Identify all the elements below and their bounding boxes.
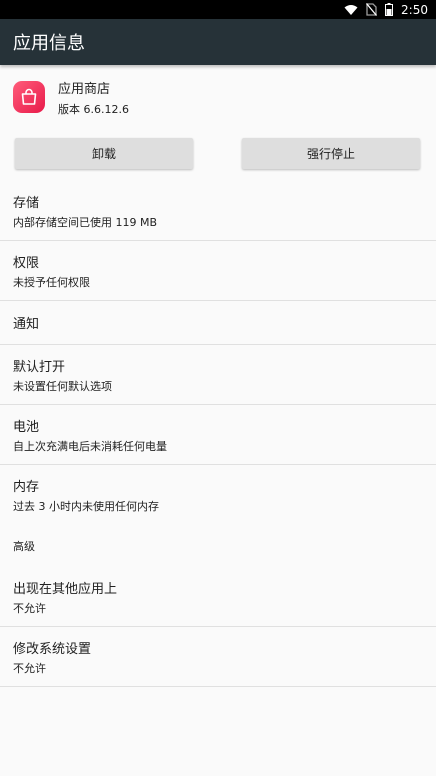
- no-sim-icon: [366, 3, 378, 16]
- status-bar: 2:50: [0, 0, 436, 19]
- action-buttons: 卸载 强行停止: [0, 129, 436, 181]
- advanced-section-header: 高级: [13, 540, 35, 553]
- setting-permissions[interactable]: 权限 未授予任何权限: [0, 241, 436, 301]
- setting-notifications[interactable]: 通知: [0, 301, 436, 345]
- setting-display-over-other-apps[interactable]: 出现在其他应用上 不允许: [0, 567, 436, 627]
- setting-subtitle: 不允许: [13, 601, 46, 615]
- setting-battery[interactable]: 电池 自上次充满电后未消耗任何电量: [0, 405, 436, 465]
- setting-title: 内存: [13, 480, 40, 495]
- setting-title: 修改系统设置: [13, 641, 92, 657]
- setting-title: 电池: [13, 419, 40, 435]
- setting-storage[interactable]: 存储 内部存储空间已使用 119 MB: [0, 181, 436, 241]
- setting-subtitle: 过去 3 小时内未使用任何内存: [13, 500, 159, 513]
- setting-modify-system-settings[interactable]: 修改系统设置 不允许: [0, 627, 436, 687]
- setting-title: 存储: [13, 195, 40, 211]
- setting-subtitle: 不允许: [13, 661, 46, 675]
- setting-subtitle: 内部存储空间已使用 119 MB: [13, 215, 158, 229]
- force-stop-button[interactable]: 强行停止: [242, 138, 420, 169]
- setting-title: 出现在其他应用上: [13, 581, 118, 597]
- battery-icon: [385, 3, 394, 16]
- setting-title: 通知: [13, 317, 40, 332]
- setting-title: 默认打开: [13, 359, 66, 375]
- app-version: 版本 6.6.12.6: [58, 102, 129, 116]
- app-name: 应用商店: [58, 81, 111, 97]
- setting-subtitle: 未设置任何默认选项: [13, 379, 112, 393]
- status-time: 2:50: [401, 2, 428, 17]
- setting-memory[interactable]: 内存 过去 3 小时内未使用任何内存: [0, 465, 436, 525]
- uninstall-button[interactable]: 卸载: [15, 138, 193, 169]
- wifi-icon: [344, 4, 358, 16]
- setting-subtitle: 自上次充满电后未消耗任何电量: [13, 439, 167, 453]
- shopping-bag-icon: [13, 81, 45, 113]
- setting-title: 权限: [13, 255, 40, 271]
- app-bar: 应用信息: [0, 19, 436, 65]
- page-title: 应用信息: [13, 33, 85, 54]
- setting-subtitle: 未授予任何权限: [13, 275, 90, 289]
- app-header: 应用商店 版本 6.6.12.6: [0, 65, 436, 129]
- setting-open-by-default[interactable]: 默认打开 未设置任何默认选项: [0, 345, 436, 405]
